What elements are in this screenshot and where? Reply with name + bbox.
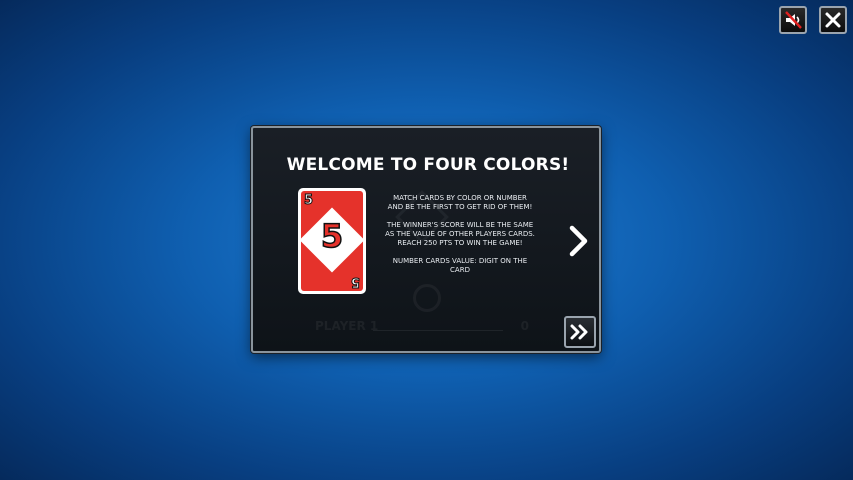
background-score: 0 <box>520 319 529 333</box>
example-card: 5 5 5 <box>298 188 366 294</box>
double-chevron-right-icon <box>570 324 588 340</box>
close-button[interactable] <box>819 6 847 34</box>
background-ring-decoration <box>413 284 441 312</box>
card-corner-top: 5 <box>303 193 314 208</box>
rule-paragraph: THE WINNER'S SCORE WILL BE THE SAME AS T… <box>385 221 535 247</box>
background-player-label: PLAYER 1 <box>315 319 379 333</box>
sound-toggle-button[interactable] <box>779 6 807 34</box>
next-page-button[interactable] <box>567 224 591 258</box>
close-icon <box>825 12 841 28</box>
card-center-value: 5 <box>320 217 344 255</box>
rule-paragraph: MATCH CARDS BY COLOR OR NUMBER AND BE TH… <box>387 194 533 211</box>
background-divider <box>373 330 503 331</box>
chevron-right-icon <box>569 225 588 257</box>
dialog-title: WELCOME TO FOUR COLORS! <box>286 155 570 175</box>
skip-tutorial-button[interactable] <box>564 316 596 348</box>
rule-paragraph: NUMBER CARDS VALUE: DIGIT ON THE CARD <box>392 257 528 274</box>
tutorial-dialog: PLAYER 1 0 WELCOME TO FOUR COLORS! 5 5 5… <box>251 126 601 353</box>
rules-text: MATCH CARDS BY COLOR OR NUMBER AND BE TH… <box>385 194 535 284</box>
sound-muted-icon <box>785 11 802 29</box>
card-corner-bottom: 5 <box>350 274 360 290</box>
card-face: 5 5 5 <box>301 191 363 291</box>
